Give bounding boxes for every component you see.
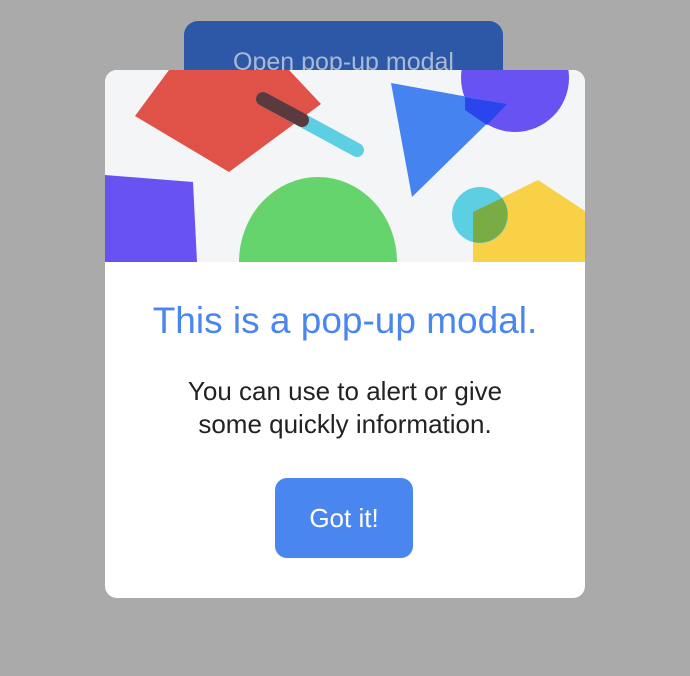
modal-hero-illustration	[105, 70, 585, 262]
purple-square-shape	[105, 175, 197, 262]
got-it-button[interactable]: Got it!	[275, 478, 413, 558]
modal-title: This is a pop-up modal.	[152, 300, 538, 341]
modal-message-line-2: some quickly information.	[198, 409, 492, 439]
pop-up-modal: This is a pop-up modal. You can use to a…	[105, 70, 585, 598]
modal-message-line-1: You can use to alert or give	[187, 376, 503, 406]
modal-message: You can use to alert or give some quickly…	[145, 375, 545, 441]
